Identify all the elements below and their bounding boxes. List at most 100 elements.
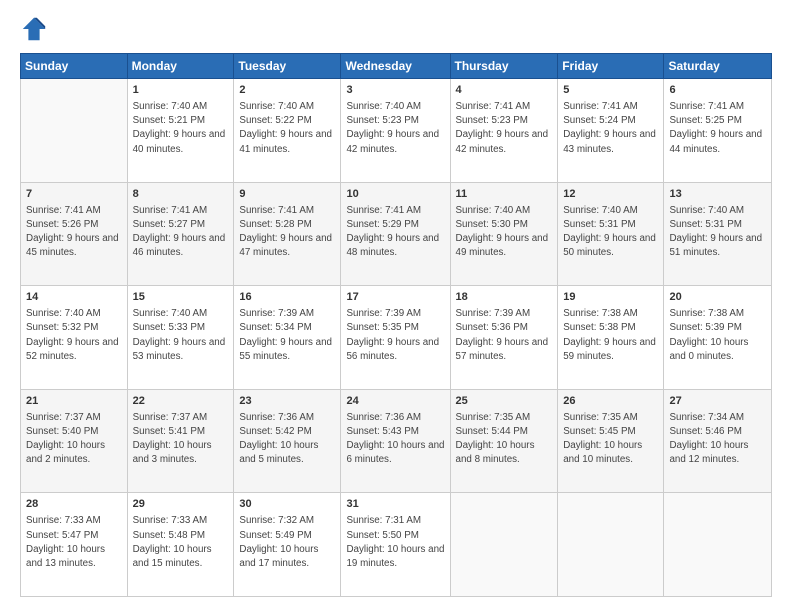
day-info: Sunrise: 7:36 AMSunset: 5:42 PMDaylight:…: [239, 411, 335, 468]
day-number: 13: [669, 187, 766, 203]
day-number: 10: [346, 187, 444, 203]
day-number: 23: [239, 394, 335, 410]
day-cell: 15Sunrise: 7:40 AMSunset: 5:33 PMDayligh…: [127, 286, 234, 390]
day-number: 24: [346, 394, 444, 410]
weekday-header: Tuesday: [234, 54, 341, 79]
day-info: Sunrise: 7:40 AMSunset: 5:22 PMDaylight:…: [239, 100, 335, 157]
day-info: Sunrise: 7:41 AMSunset: 5:26 PMDaylight:…: [26, 204, 122, 261]
week-row: 21Sunrise: 7:37 AMSunset: 5:40 PMDayligh…: [21, 389, 772, 493]
day-info: Sunrise: 7:35 AMSunset: 5:45 PMDaylight:…: [563, 411, 658, 468]
day-number: 6: [669, 83, 766, 99]
day-info: Sunrise: 7:40 AMSunset: 5:30 PMDaylight:…: [456, 204, 553, 261]
day-info: Sunrise: 7:39 AMSunset: 5:35 PMDaylight:…: [346, 307, 444, 364]
day-number: 3: [346, 83, 444, 99]
day-info: Sunrise: 7:31 AMSunset: 5:50 PMDaylight:…: [346, 514, 444, 571]
day-cell: 24Sunrise: 7:36 AMSunset: 5:43 PMDayligh…: [341, 389, 450, 493]
day-info: Sunrise: 7:40 AMSunset: 5:32 PMDaylight:…: [26, 307, 122, 364]
day-cell: 9Sunrise: 7:41 AMSunset: 5:28 PMDaylight…: [234, 182, 341, 286]
week-row: 1Sunrise: 7:40 AMSunset: 5:21 PMDaylight…: [21, 79, 772, 183]
day-number: 30: [239, 497, 335, 513]
day-cell: 27Sunrise: 7:34 AMSunset: 5:46 PMDayligh…: [664, 389, 772, 493]
day-number: 28: [26, 497, 122, 513]
day-cell: 3Sunrise: 7:40 AMSunset: 5:23 PMDaylight…: [341, 79, 450, 183]
day-cell: 25Sunrise: 7:35 AMSunset: 5:44 PMDayligh…: [450, 389, 558, 493]
header-row: SundayMondayTuesdayWednesdayThursdayFrid…: [21, 54, 772, 79]
header: [20, 15, 772, 43]
day-info: Sunrise: 7:37 AMSunset: 5:41 PMDaylight:…: [133, 411, 229, 468]
day-number: 5: [563, 83, 658, 99]
day-number: 26: [563, 394, 658, 410]
day-number: 17: [346, 290, 444, 306]
day-cell: [21, 79, 128, 183]
day-info: Sunrise: 7:34 AMSunset: 5:46 PMDaylight:…: [669, 411, 766, 468]
weekday-header: Monday: [127, 54, 234, 79]
week-row: 7Sunrise: 7:41 AMSunset: 5:26 PMDaylight…: [21, 182, 772, 286]
day-info: Sunrise: 7:33 AMSunset: 5:47 PMDaylight:…: [26, 514, 122, 571]
day-number: 25: [456, 394, 553, 410]
day-info: Sunrise: 7:41 AMSunset: 5:28 PMDaylight:…: [239, 204, 335, 261]
day-cell: 26Sunrise: 7:35 AMSunset: 5:45 PMDayligh…: [558, 389, 664, 493]
weekday-header: Saturday: [664, 54, 772, 79]
page: SundayMondayTuesdayWednesdayThursdayFrid…: [0, 0, 792, 612]
day-info: Sunrise: 7:38 AMSunset: 5:39 PMDaylight:…: [669, 307, 766, 364]
day-cell: 14Sunrise: 7:40 AMSunset: 5:32 PMDayligh…: [21, 286, 128, 390]
day-cell: 19Sunrise: 7:38 AMSunset: 5:38 PMDayligh…: [558, 286, 664, 390]
logo-icon: [20, 15, 48, 43]
day-cell: [664, 493, 772, 597]
day-info: Sunrise: 7:41 AMSunset: 5:24 PMDaylight:…: [563, 100, 658, 157]
day-cell: 11Sunrise: 7:40 AMSunset: 5:30 PMDayligh…: [450, 182, 558, 286]
day-cell: 30Sunrise: 7:32 AMSunset: 5:49 PMDayligh…: [234, 493, 341, 597]
day-cell: 10Sunrise: 7:41 AMSunset: 5:29 PMDayligh…: [341, 182, 450, 286]
day-info: Sunrise: 7:41 AMSunset: 5:27 PMDaylight:…: [133, 204, 229, 261]
calendar-table: SundayMondayTuesdayWednesdayThursdayFrid…: [20, 53, 772, 597]
day-cell: 12Sunrise: 7:40 AMSunset: 5:31 PMDayligh…: [558, 182, 664, 286]
day-number: 15: [133, 290, 229, 306]
day-info: Sunrise: 7:40 AMSunset: 5:31 PMDaylight:…: [563, 204, 658, 261]
day-cell: 8Sunrise: 7:41 AMSunset: 5:27 PMDaylight…: [127, 182, 234, 286]
day-cell: 6Sunrise: 7:41 AMSunset: 5:25 PMDaylight…: [664, 79, 772, 183]
day-info: Sunrise: 7:33 AMSunset: 5:48 PMDaylight:…: [133, 514, 229, 571]
day-info: Sunrise: 7:37 AMSunset: 5:40 PMDaylight:…: [26, 411, 122, 468]
day-number: 8: [133, 187, 229, 203]
day-info: Sunrise: 7:41 AMSunset: 5:25 PMDaylight:…: [669, 100, 766, 157]
weekday-header: Thursday: [450, 54, 558, 79]
day-info: Sunrise: 7:40 AMSunset: 5:31 PMDaylight:…: [669, 204, 766, 261]
day-info: Sunrise: 7:39 AMSunset: 5:34 PMDaylight:…: [239, 307, 335, 364]
day-cell: 5Sunrise: 7:41 AMSunset: 5:24 PMDaylight…: [558, 79, 664, 183]
day-number: 27: [669, 394, 766, 410]
day-cell: 18Sunrise: 7:39 AMSunset: 5:36 PMDayligh…: [450, 286, 558, 390]
day-cell: 31Sunrise: 7:31 AMSunset: 5:50 PMDayligh…: [341, 493, 450, 597]
weekday-header: Friday: [558, 54, 664, 79]
day-number: 31: [346, 497, 444, 513]
day-number: 4: [456, 83, 553, 99]
day-number: 22: [133, 394, 229, 410]
day-cell: 23Sunrise: 7:36 AMSunset: 5:42 PMDayligh…: [234, 389, 341, 493]
day-info: Sunrise: 7:40 AMSunset: 5:23 PMDaylight:…: [346, 100, 444, 157]
day-info: Sunrise: 7:36 AMSunset: 5:43 PMDaylight:…: [346, 411, 444, 468]
day-info: Sunrise: 7:40 AMSunset: 5:21 PMDaylight:…: [133, 100, 229, 157]
day-number: 20: [669, 290, 766, 306]
day-cell: 13Sunrise: 7:40 AMSunset: 5:31 PMDayligh…: [664, 182, 772, 286]
day-cell: 22Sunrise: 7:37 AMSunset: 5:41 PMDayligh…: [127, 389, 234, 493]
day-number: 12: [563, 187, 658, 203]
day-cell: 28Sunrise: 7:33 AMSunset: 5:47 PMDayligh…: [21, 493, 128, 597]
day-number: 11: [456, 187, 553, 203]
day-number: 21: [26, 394, 122, 410]
week-row: 28Sunrise: 7:33 AMSunset: 5:47 PMDayligh…: [21, 493, 772, 597]
weekday-header: Sunday: [21, 54, 128, 79]
day-number: 19: [563, 290, 658, 306]
day-number: 18: [456, 290, 553, 306]
logo: [20, 15, 52, 43]
day-info: Sunrise: 7:38 AMSunset: 5:38 PMDaylight:…: [563, 307, 658, 364]
day-number: 7: [26, 187, 122, 203]
day-info: Sunrise: 7:32 AMSunset: 5:49 PMDaylight:…: [239, 514, 335, 571]
day-cell: 21Sunrise: 7:37 AMSunset: 5:40 PMDayligh…: [21, 389, 128, 493]
day-cell: [450, 493, 558, 597]
day-info: Sunrise: 7:41 AMSunset: 5:23 PMDaylight:…: [456, 100, 553, 157]
day-number: 29: [133, 497, 229, 513]
day-cell: [558, 493, 664, 597]
day-cell: 29Sunrise: 7:33 AMSunset: 5:48 PMDayligh…: [127, 493, 234, 597]
day-info: Sunrise: 7:40 AMSunset: 5:33 PMDaylight:…: [133, 307, 229, 364]
week-row: 14Sunrise: 7:40 AMSunset: 5:32 PMDayligh…: [21, 286, 772, 390]
day-info: Sunrise: 7:35 AMSunset: 5:44 PMDaylight:…: [456, 411, 553, 468]
